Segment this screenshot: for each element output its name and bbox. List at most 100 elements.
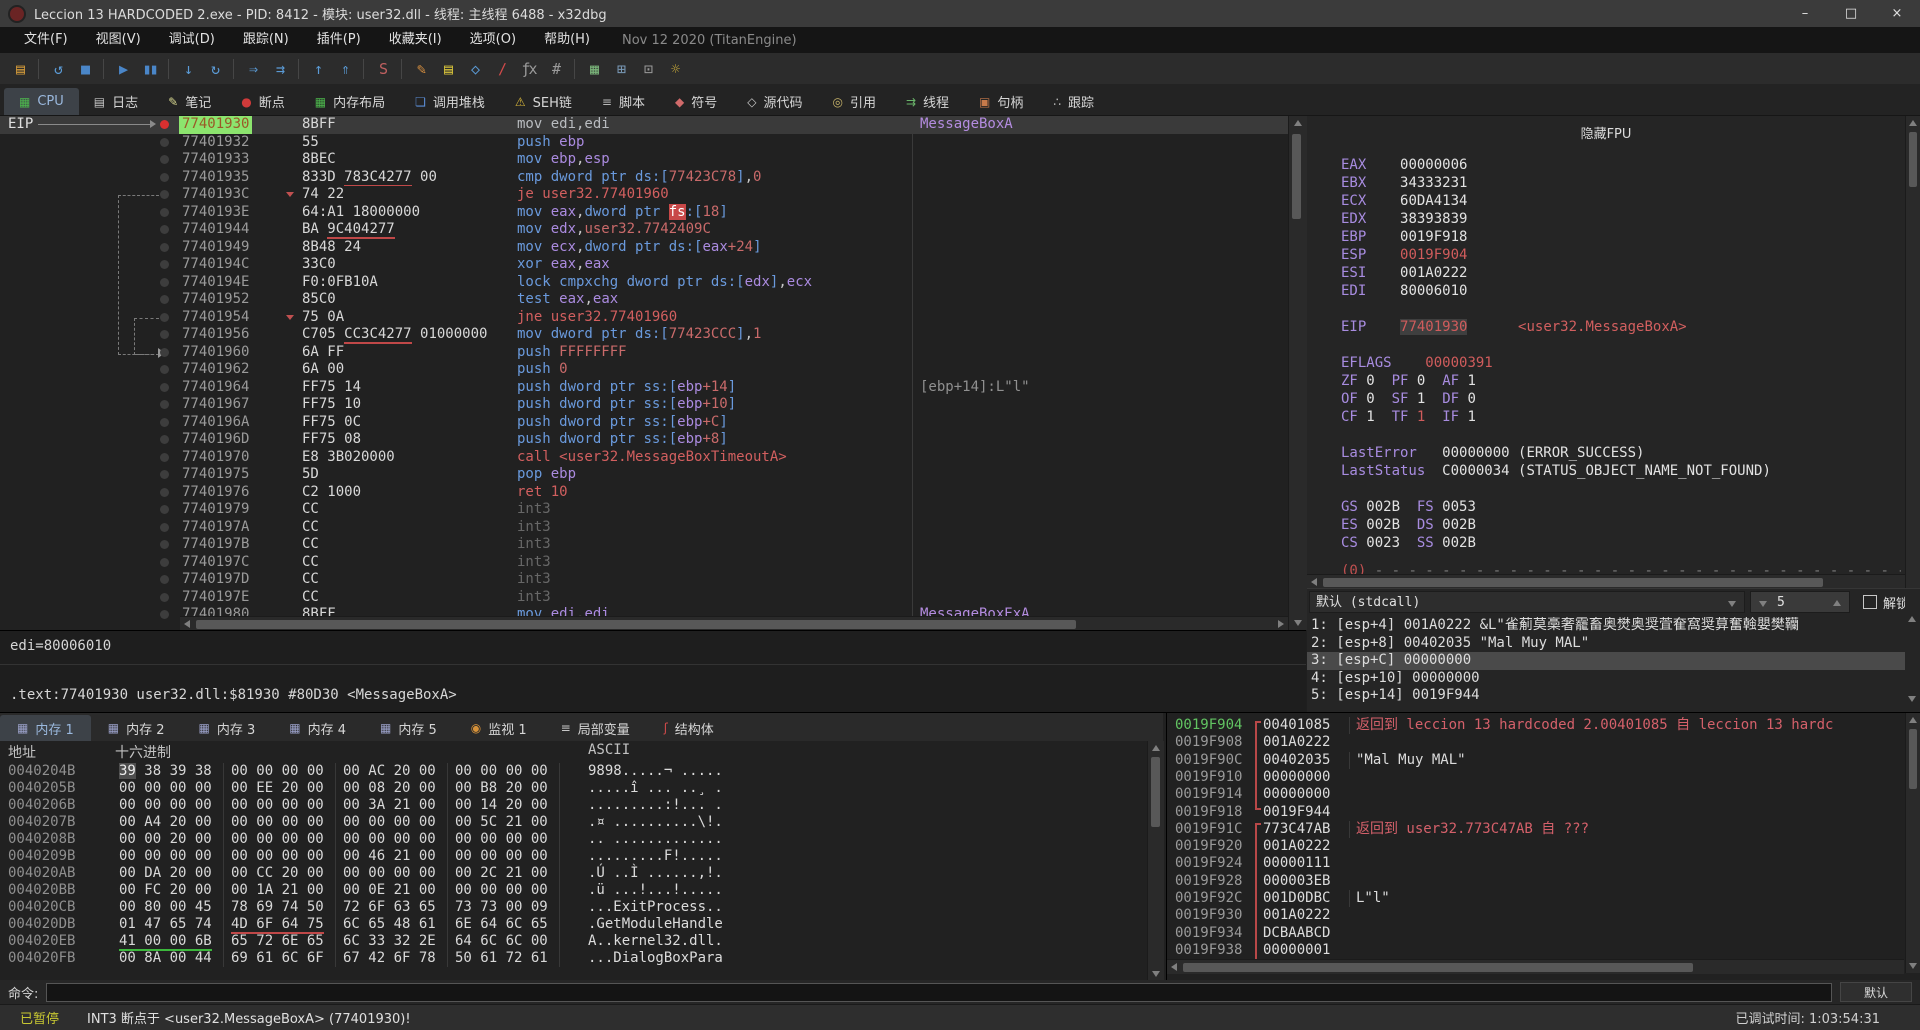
disasm-address[interactable]: 7740196D [182,431,249,449]
pause-icon[interactable]: ▮▮ [136,57,163,81]
registers-view[interactable]: 隐藏FPU (0) - - - - - - - - - - - - - - - … [1307,116,1905,590]
stack-row[interactable]: 0019F938 00000001 [1167,942,1905,959]
stack-row[interactable]: 0019F910 00000000 [1167,769,1905,786]
row-dot-icon[interactable] [160,487,169,497]
argument-row[interactable]: 5: [esp+14] 0019F944 [1311,687,1911,705]
row-dot-icon[interactable] [160,312,169,322]
row-dot-icon[interactable] [160,295,169,304]
disasm-row[interactable]: 77401935 833D 783C4277 00 cmp dword ptr ds… [0,168,1288,187]
row-dot-icon[interactable] [160,330,169,339]
tab-脚本[interactable]: ≡ 脚本 [587,88,660,115]
register-row[interactable]: GS 002B FS 0053 [1341,498,1493,516]
register-value[interactable]: 0019F904 [1400,247,1467,263]
disasm-address[interactable]: 7740194C [182,256,249,274]
argument-row[interactable]: 1: [esp+4] 001A0222 &L"雀葪莫槀奢靇畜奥燓奥奨萓奞窩奨萛奮… [1311,617,1911,635]
disasm-row[interactable]: 77401975 5D pop ebp [0,466,1288,484]
stack-row[interactable]: 0019F930 001A0222 [1167,907,1905,924]
comment-icon[interactable]: ▤ [434,57,461,81]
argument-count-spinner[interactable]: 5 [1750,591,1850,613]
dump-row[interactable]: 004020AB 00 DA 20 00 00 CC 20 00 00 00 00 0… [0,865,1145,882]
stack-row[interactable]: 0019F920 001A0222 [1167,838,1905,855]
disasm-address[interactable]: 77401952 [182,291,249,309]
disasm-row[interactable]: 7740197B CC int3 [0,536,1288,554]
row-dot-icon[interactable] [160,190,169,199]
flag-value[interactable]: 1 [1467,373,1475,389]
register-value[interactable]: 00000006 [1400,157,1467,173]
register-row[interactable]: LastError 00000000 (ERROR_SUCCESS) [1341,444,1644,462]
stack-row[interactable]: 0019F924 00000111 [1167,855,1905,872]
row-dot-icon[interactable] [160,470,169,479]
dump-row[interactable]: 004020DB 01 47 65 74 4D 6F 64 75 6C 65 48 6… [0,916,1145,934]
disasm-row[interactable]: 7740197A CC int3 [0,519,1288,537]
disasm-address[interactable]: 77401970 [182,449,249,467]
disasm-address[interactable]: 77401954 [182,309,249,327]
register-row[interactable]: ES 002B DS 002B [1341,516,1493,534]
dump-tab-局部变量[interactable]: ≡ 局部变量 [544,715,647,741]
registers-vscrollbar[interactable] [1905,116,1920,590]
register-value[interactable]: 80006010 [1400,283,1467,299]
menu-item-N[interactable]: 跟踪(N) [229,27,303,53]
checkbox-icon[interactable] [1863,595,1877,609]
dump-tab-内存 2[interactable]: ▦ 内存 2 [91,715,182,741]
flag-value[interactable]: 002B [1366,517,1400,533]
open-file-icon[interactable]: ▤ [6,57,33,81]
row-dot-icon[interactable] [160,505,169,514]
disasm-row[interactable]: 7740194E F0:0FB10A lock cmpxchg dword ptr … [0,274,1288,292]
dump-tab-内存 5[interactable]: ▦ 内存 5 [363,715,454,741]
flag-value[interactable]: 1 [1417,391,1425,407]
register-value[interactable]: 77401930 [1400,319,1468,335]
tab-源代码[interactable]: ◇ 源代码 [732,88,817,115]
disasm-row[interactable]: 77401976 C2 1000 ret 10 [0,484,1288,502]
stack-row[interactable]: 0019F908 001A0222 [1167,734,1905,751]
flag-value[interactable]: 0 [1366,391,1374,407]
disasm-address[interactable]: 7740196A [182,414,249,432]
disasm-address[interactable]: 77401956 [182,326,249,344]
dump-tab-内存 1[interactable]: ▦ 内存 1 [0,715,91,741]
disasm-row[interactable]: 77401964 FF75 14 push dword ptr ss:[ebp+14… [0,379,1288,397]
disasm-row[interactable]: 7740193E 64:A1 18000000 mov eax,dword ptr … [0,203,1288,222]
disasm-row[interactable]: 77401960 6A FF push FFFFFFFF [0,344,1288,362]
row-dot-icon[interactable] [160,225,169,234]
menu-item-I[interactable]: 收藏夹(I) [375,27,456,53]
row-dot-icon[interactable] [160,540,169,549]
disasm-row[interactable]: 77401970 E8 3B020000 call <user32.MessageB… [0,449,1288,467]
register-row[interactable]: EFLAGS 00000391 [1341,354,1493,372]
disasm-row[interactable]: 77401956 C705 CC3C4277 01000000 mov dword … [0,326,1288,344]
dump-tab-内存 4[interactable]: ▦ 内存 4 [272,715,363,741]
disasm-row[interactable]: 7740194C 33C0 xor eax,eax [0,256,1288,274]
dump-vscrollbar[interactable] [1147,741,1164,981]
hide-fpu-button[interactable]: 隐藏FPU [1307,123,1905,142]
stack-row[interactable]: 0019F934 DCBAABCD [1167,925,1905,942]
register-value[interactable]: 34333231 [1400,175,1467,191]
disasm-row[interactable]: 7740197C CC int3 [0,554,1288,572]
disasm-address[interactable]: 77401935 [182,169,249,187]
dump-row[interactable]: 004020FB 00 8A 00 44 69 61 6C 6F 67 42 6F 7… [0,950,1145,967]
disasm-row[interactable]: 77401967 FF75 10 push dword ptr ss:[ebp+10… [0,396,1288,414]
row-dot-icon[interactable] [160,207,169,217]
disasm-row[interactable]: 77401949 8B48 24 mov ecx,dword ptr ds:[eax… [0,239,1288,257]
disasm-row[interactable]: 7740196A FF75 0C push dword ptr ss:[ebp+C] [0,414,1288,432]
row-dot-icon[interactable] [160,277,169,287]
tab-SEH链[interactable]: ⚠ SEH链 [500,88,587,115]
disasm-address[interactable]: 77401962 [182,361,249,379]
execute-till-return-icon[interactable]: ⇒ [239,57,266,81]
disasm-address[interactable]: 77401976 [182,484,249,502]
row-dot-icon[interactable] [160,260,169,269]
registers-hscroll-thumb[interactable] [1323,578,1823,587]
tab-线程[interactable]: ⇉ 线程 [891,88,964,115]
row-dot-icon[interactable] [160,592,169,602]
row-dot-icon[interactable] [160,347,169,357]
disasm-address[interactable]: 77401933 [182,151,249,169]
maximize-button[interactable]: □ [1828,0,1874,27]
breakpoint-icon[interactable] [160,120,169,129]
registers-hscrollbar[interactable] [1307,574,1905,589]
row-dot-icon[interactable] [160,155,169,164]
step-over-icon[interactable]: ↻ [201,57,228,81]
tab-断点[interactable]: ● 断点 [226,88,300,115]
argument-row[interactable]: 4: [esp+10] 00000000 [1311,670,1911,688]
tab-跟踪[interactable]: ∴ 跟踪 [1038,88,1109,115]
row-dot-icon[interactable] [160,610,169,619]
tab-引用[interactable]: ◎ 引用 [817,88,891,115]
dump-tab-监视 1[interactable]: ◉ 监视 1 [454,715,544,741]
dump-row[interactable]: 0040206B 00 00 00 00 00 00 00 00 00 3A 21 0… [0,797,1145,814]
